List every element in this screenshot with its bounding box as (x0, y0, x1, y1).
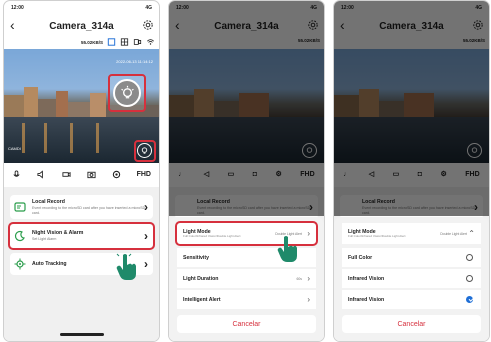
layout-icon[interactable] (133, 38, 142, 46)
gear-icon[interactable] (142, 19, 154, 31)
chevron-right-icon: › (144, 200, 148, 214)
night-vision-sheet: Light Mode Full Color/Infrared Vision/Do… (169, 217, 324, 341)
phone-screen-2: 12:00 4G ‹ Camera_314a 55.02KB/S ♩ ◁ ▭ ◘… (168, 0, 325, 342)
back-icon[interactable]: ‹ (10, 18, 15, 32)
highlight-frame (134, 140, 156, 162)
chevron-right-icon: › (144, 257, 148, 271)
light-mode-sheet: Light Mode Full Color/Infrared Vision/Do… (334, 217, 489, 341)
phone-screen-1: 12:00 4G ‹ Camera_314a 55.02KB/S 2022-06… (3, 0, 160, 342)
pointing-hand-icon (277, 236, 297, 262)
chevron-up-icon: ⌃ (468, 229, 475, 238)
local-record-title: Local Record (32, 199, 65, 206)
local-record-desc: Event recording to the microSD card afte… (32, 206, 146, 215)
home-indicator (59, 333, 104, 336)
camera-toolbar: 55.02KB/S (81, 38, 155, 46)
light-bulb-icon (120, 85, 134, 98)
tracking-icon (14, 258, 26, 270)
modal-overlay[interactable] (169, 1, 324, 216)
status-bar: 12:00 4G (4, 1, 159, 15)
wifi-icon (147, 39, 154, 45)
highlight-frame (8, 222, 155, 250)
option-label: Full Color (348, 254, 373, 261)
modal-overlay[interactable] (334, 1, 489, 216)
radio-button[interactable] (466, 275, 473, 282)
light-duration-label: Light Duration (183, 275, 219, 282)
sensitivity-label: Sensitivity (183, 254, 209, 261)
control-bar: FHD (4, 167, 159, 181)
option-full-color[interactable]: Full Color (342, 248, 481, 267)
status-signal: 4G (145, 5, 152, 11)
microphone-icon[interactable] (12, 169, 21, 179)
chevron-right-icon: › (307, 295, 310, 304)
sd-card-icon (14, 202, 26, 212)
bitrate-label: 55.02KB/S (80, 39, 103, 45)
pointing-hand-icon (116, 253, 136, 280)
grid-icon[interactable] (120, 38, 129, 46)
light-mode-value: Double Light Alert (440, 231, 467, 236)
chevron-right-icon: › (307, 274, 310, 283)
intelligent-alert-label: Intelligent Alert (183, 296, 221, 303)
auto-tracking-title: Auto Tracking (32, 260, 67, 267)
status-time: 12:00 (11, 5, 24, 11)
resolution-label[interactable]: FHD (137, 171, 151, 178)
fullscreen-icon[interactable] (107, 38, 116, 46)
light-bulb-zoom (108, 74, 146, 112)
local-record-item[interactable]: Local Record Event recording to the micr… (10, 195, 153, 219)
title-bar: ‹ Camera_314a (4, 16, 159, 36)
option-infrared-vision[interactable]: Infrared Vision (342, 269, 481, 288)
settings-menu: Local Record Event recording to the micr… (4, 187, 159, 341)
cancel-button[interactable]: Cancelar (177, 315, 316, 333)
radio-button[interactable] (466, 254, 473, 261)
gear-icon[interactable] (112, 170, 121, 179)
radio-button-checked[interactable] (466, 296, 473, 303)
cancel-button[interactable]: Cancelar (342, 315, 481, 333)
light-mode-options: Full Color/Infrared Vision/Double Light … (348, 233, 406, 238)
speaker-icon[interactable] (37, 169, 46, 179)
intelligent-alert-row[interactable]: Intelligent Alert › (177, 290, 316, 309)
light-duration-row[interactable]: Light Duration 60s › (177, 269, 316, 288)
video-timestamp: 2022-06-13 11:14:12 (116, 59, 153, 64)
option-infrared-vision-selected[interactable]: Infrared Vision (342, 290, 481, 309)
camera-label: CAMDI (8, 146, 21, 151)
snapshot-icon[interactable] (87, 170, 96, 179)
option-label: Infrared Vision (348, 275, 385, 282)
record-video-icon[interactable] (62, 170, 71, 179)
page-title: Camera_314a (49, 20, 114, 32)
light-duration-value: 60s (296, 276, 302, 281)
option-label: Infrared Vision (348, 296, 385, 303)
phone-screen-3: 12:00 4G ‹ Camera_314a 55.02KB/S ♩ ◁ ▭ ◘… (333, 0, 490, 342)
light-mode-header[interactable]: Light Mode Full Color/Infrared Vision/Do… (342, 223, 481, 244)
